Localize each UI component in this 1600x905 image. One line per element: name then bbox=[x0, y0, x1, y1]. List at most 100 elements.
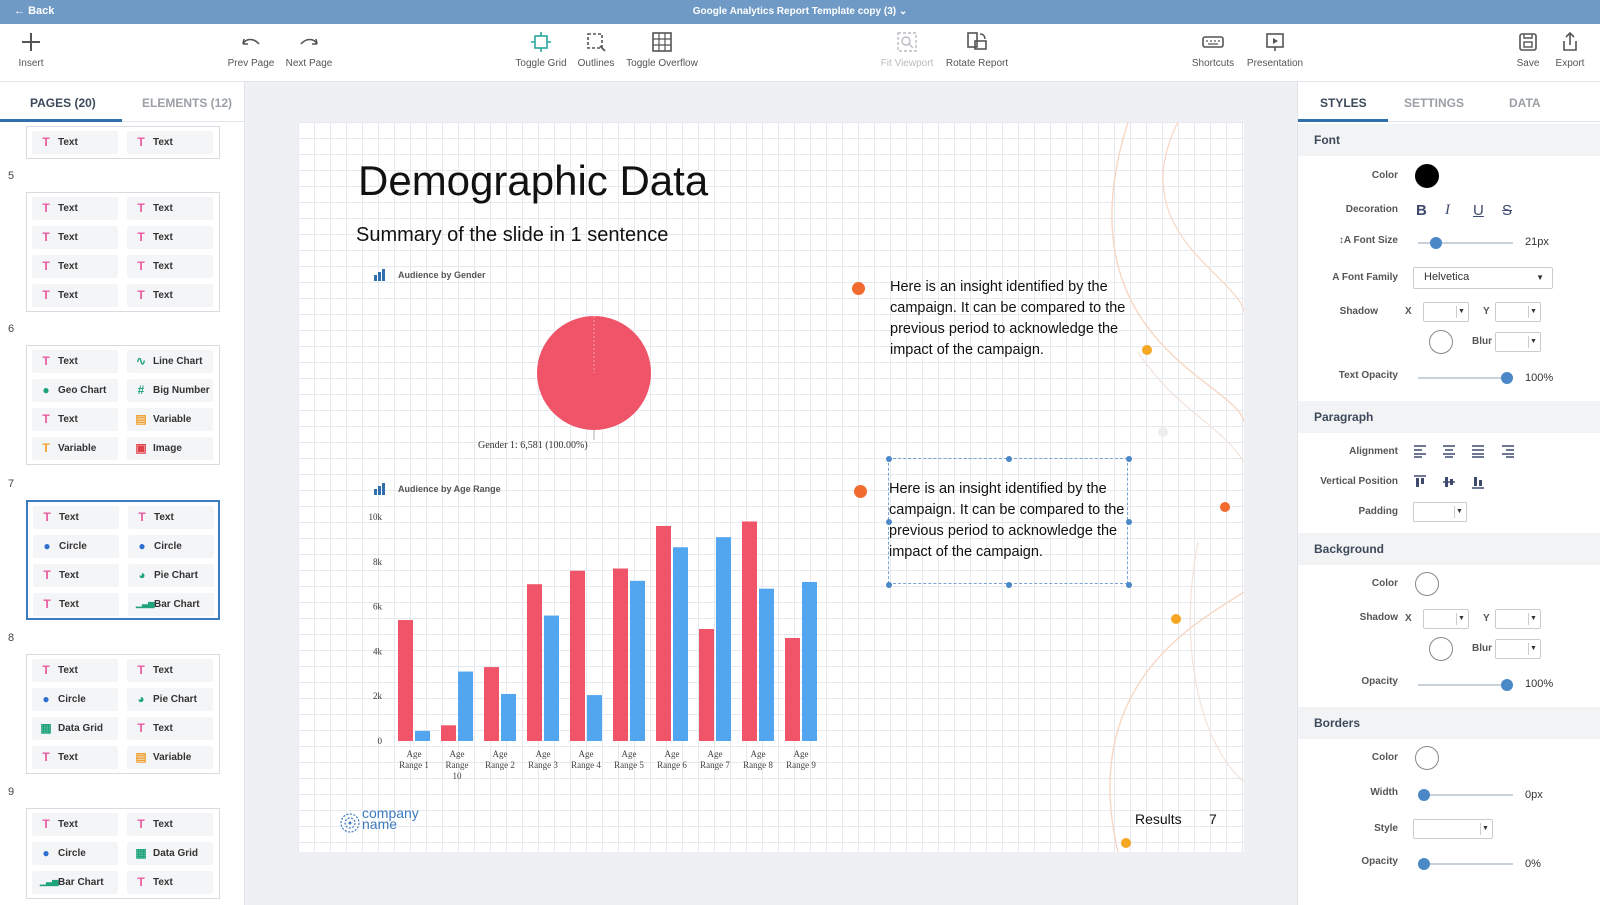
resize-handle[interactable] bbox=[1006, 456, 1012, 462]
insight-text-1[interactable]: Here is an insight identified by the cam… bbox=[890, 277, 1140, 361]
shortcuts-button[interactable]: Shortcuts bbox=[1190, 30, 1236, 69]
element-chip[interactable]: ▁▃▅ Bar Chart bbox=[128, 593, 214, 616]
element-chip[interactable]: T Text bbox=[32, 746, 118, 769]
font-shadow-x-select[interactable]: ▼ bbox=[1423, 302, 1469, 322]
bar-series-2-8[interactable] bbox=[759, 588, 774, 741]
element-chip[interactable]: T Text bbox=[33, 506, 119, 529]
bar-series-2-2[interactable] bbox=[501, 693, 516, 741]
background-opacity-slider-knob[interactable] bbox=[1501, 679, 1513, 691]
background-opacity-slider[interactable] bbox=[1418, 679, 1513, 691]
element-chip[interactable]: ∿ Line Chart bbox=[127, 350, 213, 373]
outlines-button[interactable]: Outlines bbox=[576, 30, 616, 69]
bar-series-1-6[interactable] bbox=[656, 525, 671, 741]
resize-handle[interactable] bbox=[1126, 456, 1132, 462]
strikethrough-icon[interactable]: S bbox=[1502, 202, 1512, 219]
bar-series-2-0[interactable] bbox=[415, 730, 430, 741]
presentation-button[interactable]: Presentation bbox=[1246, 30, 1304, 69]
report-title[interactable]: Google Analytics Report Template copy (3… bbox=[0, 6, 1600, 17]
insert-button[interactable]: Insert bbox=[12, 30, 50, 69]
border-style-select[interactable]: ▼ bbox=[1413, 819, 1493, 839]
element-chip[interactable]: T Text bbox=[127, 813, 213, 836]
element-chip[interactable]: ▤ Variable bbox=[127, 746, 213, 769]
next-page-button[interactable]: Next Page bbox=[284, 30, 334, 69]
font-section-header[interactable]: Font bbox=[1298, 124, 1600, 156]
resize-handle[interactable] bbox=[886, 582, 892, 588]
page-number[interactable]: 7 bbox=[1209, 811, 1217, 827]
element-chip[interactable]: T Text bbox=[127, 871, 213, 894]
font-color-swatch[interactable] bbox=[1415, 164, 1439, 188]
bar-series-2-7[interactable] bbox=[716, 537, 731, 741]
tab-elements[interactable]: ELEMENTS (12) bbox=[142, 96, 232, 110]
bar-series-2-5[interactable] bbox=[630, 580, 645, 741]
border-opacity-slider-knob[interactable] bbox=[1418, 858, 1430, 870]
element-chip[interactable]: T Text bbox=[128, 506, 214, 529]
element-chip[interactable]: T Text bbox=[127, 717, 213, 740]
tab-pages[interactable]: PAGES (20) bbox=[30, 96, 96, 110]
page-thumbnail[interactable]: T Text T Text ● Circle ▦ Data Grid ▁▃▅ Bar Chart T… bbox=[26, 808, 220, 899]
background-section-header[interactable]: Background bbox=[1298, 533, 1600, 565]
bar-chart[interactable]: 0 2k 4k 6k 8k 10k Age Range 1 Age Range 10 Age Range… bbox=[348, 507, 828, 787]
bar-series-1-5[interactable] bbox=[613, 568, 628, 741]
page-thumbnail[interactable]: T Text T Text bbox=[26, 126, 220, 159]
report-slide[interactable]: Demographic Data Summary of the slide in… bbox=[298, 122, 1244, 852]
italic-icon[interactable]: I bbox=[1445, 202, 1450, 219]
font-size-slider[interactable] bbox=[1418, 237, 1513, 249]
pie-chart[interactable]: Gender 1: 6,581 (100.00%) bbox=[468, 307, 728, 457]
element-chip[interactable]: ▁▃▅ Bar Chart bbox=[32, 871, 118, 894]
element-chip[interactable]: T Text bbox=[32, 197, 118, 220]
element-chip[interactable]: T Text bbox=[32, 350, 118, 373]
align-right-icon[interactable] bbox=[1501, 444, 1515, 458]
text-opacity-slider[interactable] bbox=[1418, 372, 1513, 384]
element-chip[interactable]: T Text bbox=[32, 255, 118, 278]
element-chip[interactable]: ▣ Image bbox=[127, 437, 213, 460]
bg-shadow-color-swatch[interactable] bbox=[1429, 637, 1453, 661]
font-family-select[interactable]: Helvetica ▼ bbox=[1413, 267, 1553, 289]
element-chip[interactable]: ● Circle bbox=[33, 535, 119, 558]
bg-shadow-y-select[interactable]: ▼ bbox=[1495, 609, 1541, 629]
align-left-icon[interactable] bbox=[1413, 444, 1427, 458]
fit-viewport-button[interactable]: Fit Viewport bbox=[880, 30, 934, 69]
borders-section-header[interactable]: Borders bbox=[1298, 707, 1600, 739]
toggle-overflow-button[interactable]: Toggle Overflow bbox=[626, 30, 698, 69]
bold-icon[interactable]: B bbox=[1416, 202, 1427, 219]
bar-series-2-3[interactable] bbox=[544, 615, 559, 741]
border-opacity-slider[interactable] bbox=[1418, 858, 1513, 870]
prev-page-button[interactable]: Prev Page bbox=[226, 30, 276, 69]
valign-top-icon[interactable] bbox=[1413, 475, 1427, 489]
resize-handle[interactable] bbox=[1006, 582, 1012, 588]
paragraph-section-header[interactable]: Paragraph bbox=[1298, 401, 1600, 433]
element-chip[interactable]: T Text bbox=[33, 564, 119, 587]
element-chip[interactable]: T Text bbox=[32, 813, 118, 836]
bar-series-1-0[interactable] bbox=[398, 620, 413, 741]
valign-bottom-icon[interactable] bbox=[1471, 475, 1485, 489]
element-chip[interactable]: T Text bbox=[127, 131, 213, 154]
element-chip[interactable]: T Text bbox=[32, 284, 118, 307]
page-thumbnail[interactable]: T Text T Text ● Circle ● Circle T Text ◕ Pie Chart T… bbox=[26, 500, 220, 620]
page-thumbnail[interactable]: T Text T Text ● Circle ◕ Pie Chart ▦ Data Grid T Te… bbox=[26, 654, 220, 774]
rotate-report-button[interactable]: Rotate Report bbox=[945, 30, 1009, 69]
export-button[interactable]: Export bbox=[1553, 30, 1587, 69]
tab-settings[interactable]: SETTINGS bbox=[1404, 96, 1464, 110]
slide-subtitle[interactable]: Summary of the slide in 1 sentence bbox=[356, 224, 668, 247]
element-chip[interactable]: T Text bbox=[127, 659, 213, 682]
valign-middle-icon[interactable] bbox=[1442, 475, 1456, 489]
background-color-swatch[interactable] bbox=[1415, 572, 1439, 596]
border-width-slider-knob[interactable] bbox=[1418, 789, 1430, 801]
insight-bullet-2[interactable] bbox=[854, 485, 867, 498]
align-center-icon[interactable] bbox=[1442, 444, 1456, 458]
tab-styles[interactable]: STYLES bbox=[1320, 96, 1367, 110]
font-blur-select[interactable]: ▼ bbox=[1495, 332, 1541, 352]
element-chip[interactable]: T Text bbox=[33, 593, 119, 616]
element-chip[interactable]: T Text bbox=[127, 226, 213, 249]
element-chip[interactable]: T Text bbox=[32, 408, 118, 431]
element-chip[interactable]: ◕ Pie Chart bbox=[127, 688, 213, 711]
border-color-swatch[interactable] bbox=[1415, 746, 1439, 770]
element-chip[interactable]: ▦ Data Grid bbox=[32, 717, 118, 740]
tab-data[interactable]: DATA bbox=[1509, 96, 1541, 110]
insight-bullet-1[interactable] bbox=[852, 282, 865, 295]
element-chip[interactable]: T Text bbox=[32, 659, 118, 682]
element-chip[interactable]: ● Circle bbox=[128, 535, 214, 558]
bg-blur-select[interactable]: ▼ bbox=[1495, 639, 1541, 659]
bar-series-1-1[interactable] bbox=[441, 725, 456, 741]
element-chip[interactable]: ● Circle bbox=[32, 842, 118, 865]
